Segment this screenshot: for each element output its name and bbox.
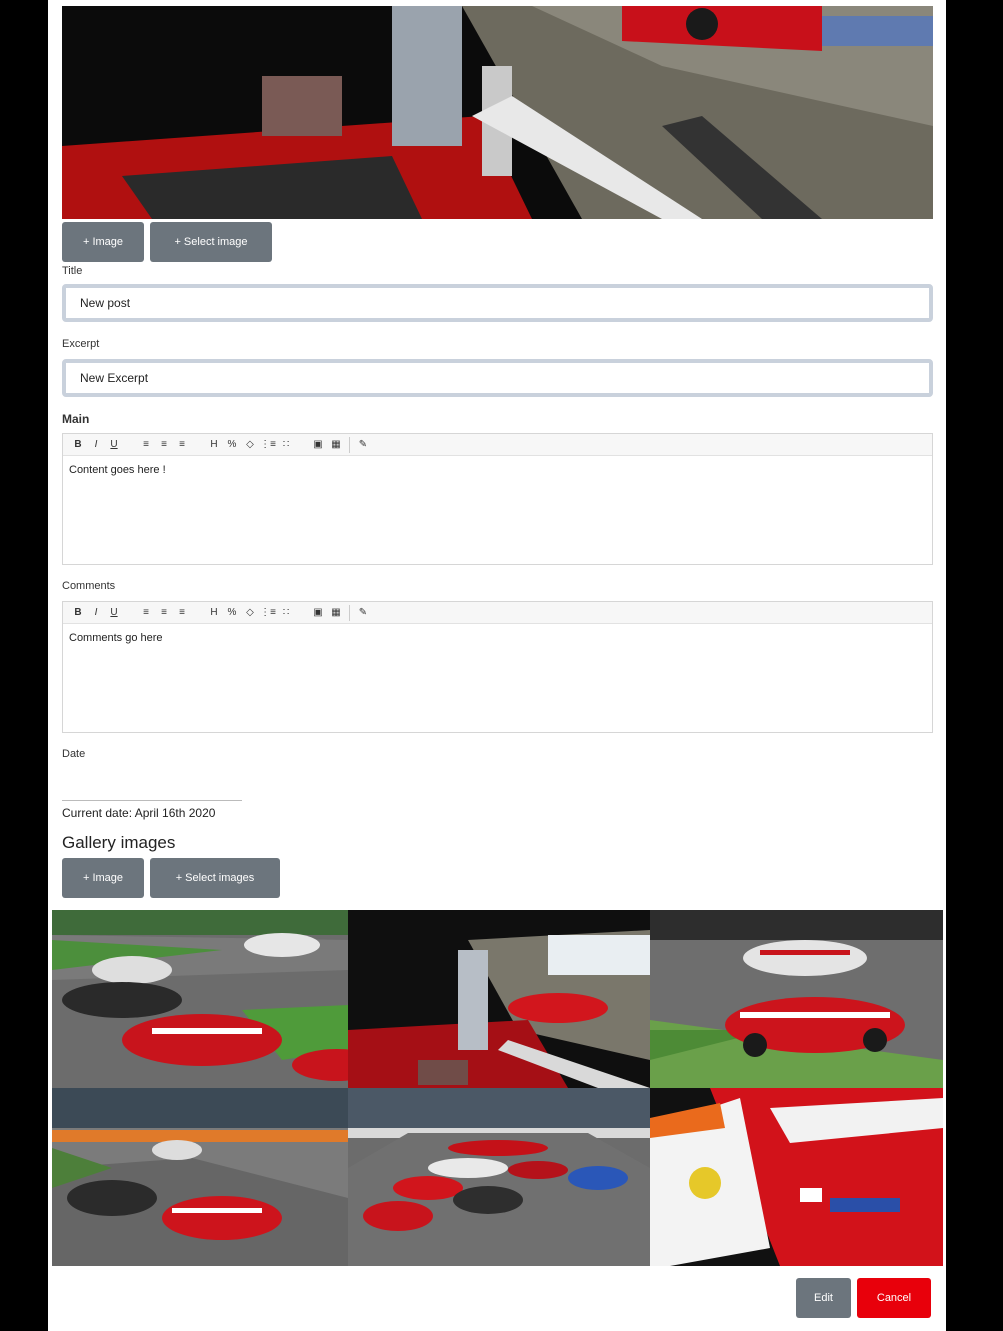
link-icon[interactable]: %	[223, 604, 241, 622]
bold-icon[interactable]: B	[69, 604, 87, 622]
gallery-select-images-button[interactable]: + Select images	[150, 858, 280, 898]
add-image-button[interactable]: + Image	[62, 222, 144, 262]
gallery-image[interactable]	[650, 1088, 943, 1266]
edit-button[interactable]: Edit	[796, 1278, 851, 1318]
gallery-button-row: + Image + Select images	[62, 858, 280, 898]
date-input[interactable]	[62, 800, 242, 801]
code-icon[interactable]: ◇	[241, 436, 259, 454]
comments-editor-toolbar: B I U ≡ ≡ ≡ H % ◇ ⋮≡ ∷ ▣ ▦ ✎	[63, 602, 932, 624]
eraser-icon[interactable]: ✎	[354, 436, 372, 454]
align-right-icon[interactable]: ≡	[173, 436, 191, 454]
align-left-icon[interactable]: ≡	[137, 604, 155, 622]
unordered-list-icon[interactable]: ∷	[277, 436, 295, 454]
gallery-image[interactable]	[52, 910, 348, 1088]
align-center-icon[interactable]: ≡	[155, 436, 173, 454]
gallery-title: Gallery images	[62, 833, 176, 852]
footer-buttons: Edit Cancel	[796, 1278, 931, 1318]
underline-icon[interactable]: U	[105, 436, 123, 454]
title-label: Title	[62, 265, 83, 277]
title-input[interactable]: New post	[62, 284, 933, 322]
gallery-add-image-button[interactable]: + Image	[62, 858, 144, 898]
italic-icon[interactable]: I	[87, 436, 105, 454]
gallery-image[interactable]	[348, 1088, 650, 1266]
italic-icon[interactable]: I	[87, 604, 105, 622]
featured-image	[62, 6, 933, 219]
link-icon[interactable]: %	[223, 436, 241, 454]
excerpt-input[interactable]: New Excerpt	[62, 359, 933, 397]
heading-icon[interactable]: H	[205, 604, 223, 622]
align-center-icon[interactable]: ≡	[155, 604, 173, 622]
bold-icon[interactable]: B	[69, 436, 87, 454]
align-right-icon[interactable]: ≡	[173, 604, 191, 622]
ordered-list-icon[interactable]: ⋮≡	[259, 436, 277, 454]
comments-editor-content[interactable]: Comments go here	[63, 624, 932, 652]
unordered-list-icon[interactable]: ∷	[277, 604, 295, 622]
current-date-text: Current date: April 16th 2020	[62, 806, 216, 820]
table-icon[interactable]: ▦	[327, 604, 345, 622]
eraser-icon[interactable]: ✎	[354, 604, 372, 622]
gallery-image[interactable]	[348, 910, 650, 1088]
main-label: Main	[62, 412, 90, 426]
excerpt-label: Excerpt	[62, 338, 100, 350]
image-button-row: + Image + Select image	[62, 222, 272, 262]
gallery-grid	[52, 910, 943, 1266]
main-editor: B I U ≡ ≡ ≡ H % ◇ ⋮≡ ∷ ▣ ▦ ✎ Content goe…	[62, 433, 933, 565]
gallery-image[interactable]	[650, 910, 943, 1088]
code-icon[interactable]: ◇	[241, 604, 259, 622]
edit-post-panel: + Image + Select image Title New post Ex…	[48, 0, 946, 1331]
heading-icon[interactable]: H	[205, 436, 223, 454]
underline-icon[interactable]: U	[105, 604, 123, 622]
main-editor-toolbar: B I U ≡ ≡ ≡ H % ◇ ⋮≡ ∷ ▣ ▦ ✎	[63, 434, 932, 456]
image-icon[interactable]: ▣	[309, 604, 327, 622]
date-label: Date	[62, 748, 86, 760]
excerpt-input-value: New Excerpt	[80, 371, 149, 385]
main-editor-content[interactable]: Content goes here !	[63, 456, 932, 484]
select-image-button[interactable]: + Select image	[150, 222, 272, 262]
comments-editor: B I U ≡ ≡ ≡ H % ◇ ⋮≡ ∷ ▣ ▦ ✎ Comments go…	[62, 601, 933, 733]
align-left-icon[interactable]: ≡	[137, 436, 155, 454]
ordered-list-icon[interactable]: ⋮≡	[259, 604, 277, 622]
comments-label: Comments	[62, 580, 116, 592]
image-icon[interactable]: ▣	[309, 436, 327, 454]
table-icon[interactable]: ▦	[327, 436, 345, 454]
title-input-value: New post	[80, 296, 131, 310]
cancel-button[interactable]: Cancel	[857, 1278, 931, 1318]
gallery-image[interactable]	[52, 1088, 348, 1266]
